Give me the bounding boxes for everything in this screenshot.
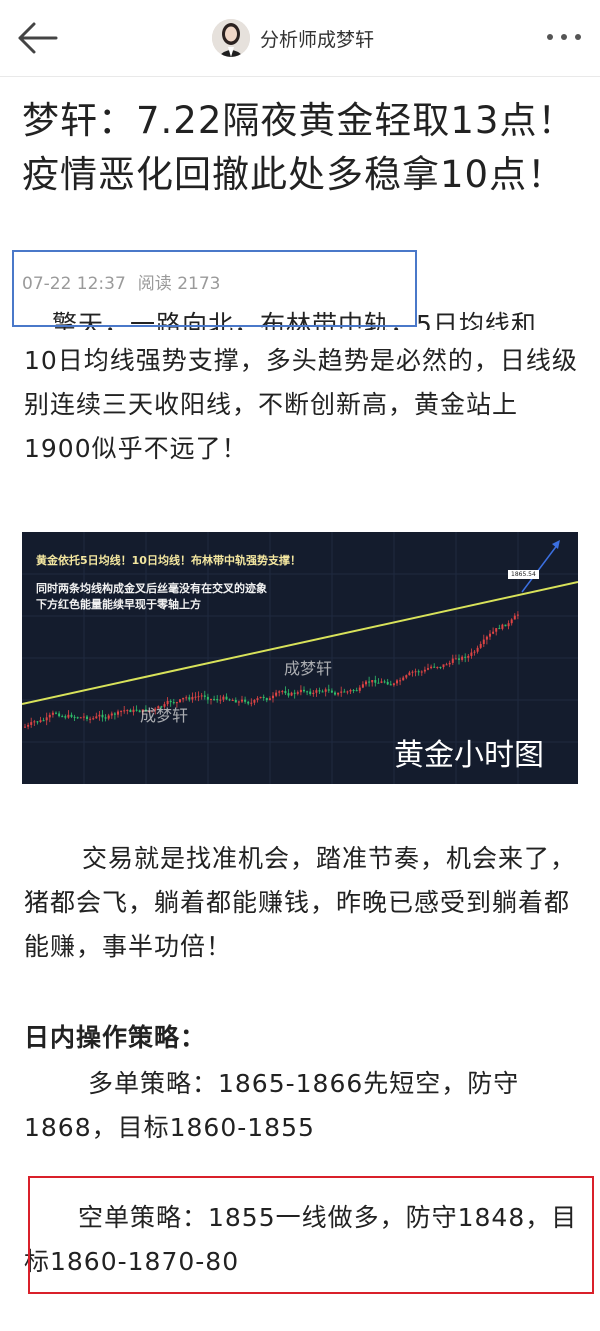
highlight-box-strategy bbox=[28, 1176, 594, 1294]
chart-price-tag: 1865.54 bbox=[508, 570, 539, 579]
top-navigation-bar: 分析师成梦轩 bbox=[0, 0, 600, 77]
paragraph-trend: 10日均线强势支撑，多头趋势是必然的，日线级别连续三天收阳线，不断创新高，黄金站… bbox=[24, 346, 578, 463]
publish-date: 07-22 12:37 bbox=[22, 274, 126, 294]
read-count: 2173 bbox=[177, 274, 221, 294]
strategy-long: 多单策略：1865-1866先短空，防守1868，目标1860-1855 bbox=[24, 1069, 520, 1142]
section-heading: 日内操作策略： bbox=[24, 1023, 207, 1052]
chart-annotation-3: 下方红色能量能续早现于零轴上方 bbox=[36, 598, 201, 611]
back-arrow-icon bbox=[18, 22, 58, 54]
chart-annotation-2: 同时两条均线构成金叉后丝毫没有在交叉的迹象 bbox=[36, 582, 267, 595]
paragraph-trading: 交易就是找准机会，踏准节奏，机会来了，猪都会飞，躺着都能赚钱，昨晚已感受到躺着都… bbox=[24, 844, 577, 961]
avatar[interactable] bbox=[212, 19, 250, 57]
author-name[interactable]: 分析师成梦轩 bbox=[260, 25, 374, 52]
back-button[interactable] bbox=[12, 16, 60, 60]
chart-watermark-1: 成梦轩 bbox=[284, 659, 333, 678]
read-label: 阅读 bbox=[137, 274, 172, 294]
chart-annotation-1: 黄金依托5日均线！10日均线！布林带中轨强势支撑！ bbox=[36, 554, 301, 567]
more-options-button[interactable] bbox=[542, 22, 586, 52]
author-info[interactable]: 分析师成梦轩 bbox=[212, 16, 374, 60]
chart-caption: 黄金小时图 bbox=[394, 738, 544, 773]
more-dots-icon bbox=[547, 34, 553, 40]
article-title: 梦轩：7.22隔夜黄金轻取13点！疫情恶化回撤此处多稳拿10点！ bbox=[22, 99, 576, 196]
article-meta: 07-22 12:37 阅读 2173 bbox=[22, 269, 220, 294]
gold-hourly-chart-image[interactable]: 黄金依托5日均线！10日均线！布林带中轨强势支撑！ 同时两条均线构成金叉后丝毫没… bbox=[22, 532, 578, 784]
chart-watermark-2: 成梦轩 bbox=[140, 706, 189, 725]
